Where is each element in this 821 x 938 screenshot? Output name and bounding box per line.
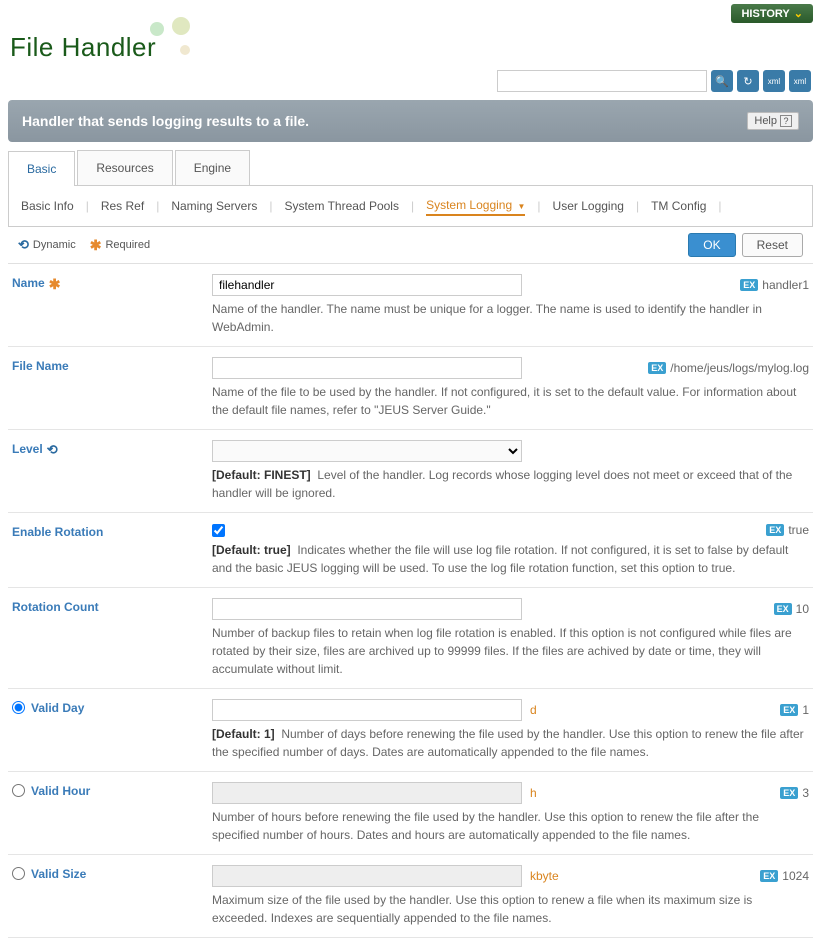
- valid-day-input[interactable]: [212, 699, 522, 721]
- xml-import-icon: xml: [768, 77, 780, 86]
- refresh-icon-button[interactable]: ↻: [737, 70, 759, 92]
- rotation-count-desc: Number of backup files to retain when lo…: [212, 624, 809, 678]
- label-valid-day: Valid Day: [12, 699, 202, 761]
- example-badge: EX: [648, 362, 666, 374]
- required-icon: ✱: [90, 237, 102, 254]
- example-badge: EX: [780, 787, 798, 799]
- example-badge: EX: [760, 870, 778, 882]
- label-valid-size: Valid Size: [12, 865, 202, 927]
- example-text: /home/jeus/logs/mylog.log: [670, 361, 809, 375]
- enable-rotation-checkbox[interactable]: [212, 524, 225, 537]
- help-button[interactable]: Help ?: [747, 112, 799, 130]
- subtab-res-ref[interactable]: Res Ref: [101, 197, 144, 215]
- page-title: File Handler: [10, 32, 156, 63]
- history-button[interactable]: HISTORY ⌄: [731, 4, 813, 23]
- valid-hour-desc: Number of hours before renewing the file…: [212, 808, 809, 844]
- reset-button[interactable]: Reset: [742, 233, 803, 257]
- example-text: 3: [802, 786, 809, 800]
- file-name-desc: Name of the file to be used by the handl…: [212, 383, 809, 419]
- history-label: HISTORY: [741, 8, 789, 20]
- label-rotation-count: Rotation Count: [12, 598, 202, 678]
- subtab-naming-servers[interactable]: Naming Servers: [171, 197, 257, 215]
- subtab-system-thread-pools[interactable]: System Thread Pools: [284, 197, 399, 215]
- search-input[interactable]: [497, 70, 707, 92]
- tab-basic[interactable]: Basic: [8, 151, 75, 186]
- tab-engine[interactable]: Engine: [175, 150, 250, 185]
- valid-size-input: [212, 865, 522, 887]
- label-name: Name ✱: [12, 274, 202, 336]
- search-icon-button[interactable]: 🔍: [711, 70, 733, 92]
- example-badge: EX: [740, 279, 758, 291]
- file-name-input[interactable]: [212, 357, 522, 379]
- example-text: 1: [802, 703, 809, 717]
- ok-button[interactable]: OK: [688, 233, 735, 257]
- help-label: Help: [754, 115, 777, 127]
- dynamic-icon: ⟲: [47, 442, 58, 458]
- dynamic-icon: ⟲: [18, 237, 29, 253]
- tab-resources[interactable]: Resources: [77, 150, 172, 185]
- subtab-system-logging[interactable]: System Logging ▼: [426, 196, 525, 216]
- search-icon: 🔍: [715, 75, 729, 88]
- name-input[interactable]: [212, 274, 522, 296]
- label-level: Level ⟲: [12, 440, 202, 502]
- name-desc: Name of the handler. The name must be un…: [212, 300, 809, 336]
- example-text: handler1: [762, 278, 809, 292]
- help-icon: ?: [780, 115, 792, 127]
- unit-label: kbyte: [530, 869, 559, 883]
- decor-icon: [172, 17, 190, 35]
- label-enable-rotation: Enable Rotation: [12, 523, 202, 577]
- banner-description: Handler that sends logging results to a …: [22, 113, 309, 129]
- example-text: 10: [796, 602, 809, 616]
- level-desc: [Default: FINEST] Level of the handler. …: [212, 466, 809, 502]
- decor-icon: [150, 22, 164, 36]
- level-select[interactable]: [212, 440, 522, 462]
- valid-size-desc: Maximum size of the file used by the han…: [212, 891, 809, 927]
- refresh-icon: ↻: [743, 75, 752, 88]
- subtab-tm-config[interactable]: TM Config: [651, 197, 706, 215]
- example-badge: EX: [774, 603, 792, 615]
- required-icon: ✱: [49, 276, 61, 293]
- label-valid-hour: Valid Hour: [12, 782, 202, 844]
- example-text: true: [788, 523, 809, 537]
- unit-label: h: [530, 786, 537, 800]
- xml-import-icon-button[interactable]: xml: [763, 70, 785, 92]
- valid-size-radio[interactable]: [12, 867, 25, 880]
- example-badge: EX: [766, 524, 784, 536]
- dropdown-indicator-icon: ▼: [518, 202, 526, 211]
- example-badge: EX: [780, 704, 798, 716]
- example-text: 1024: [782, 869, 809, 883]
- decor-icon: [180, 45, 190, 55]
- enable-rotation-desc: [Default: true] Indicates whether the fi…: [212, 541, 809, 577]
- valid-day-radio[interactable]: [12, 701, 25, 714]
- label-file-name: File Name: [12, 357, 202, 419]
- unit-label: d: [530, 703, 537, 717]
- subtab-basic-info[interactable]: Basic Info: [21, 197, 74, 215]
- subtab-user-logging[interactable]: User Logging: [553, 197, 624, 215]
- rotation-count-input[interactable]: [212, 598, 522, 620]
- legend-dynamic: ⟲Dynamic: [18, 237, 76, 253]
- valid-hour-radio[interactable]: [12, 784, 25, 797]
- valid-hour-input: [212, 782, 522, 804]
- xml-export-icon: xml: [794, 77, 806, 86]
- legend-required: ✱Required: [90, 237, 150, 254]
- xml-export-icon-button[interactable]: xml: [789, 70, 811, 92]
- chevron-down-icon: ⌄: [794, 8, 803, 20]
